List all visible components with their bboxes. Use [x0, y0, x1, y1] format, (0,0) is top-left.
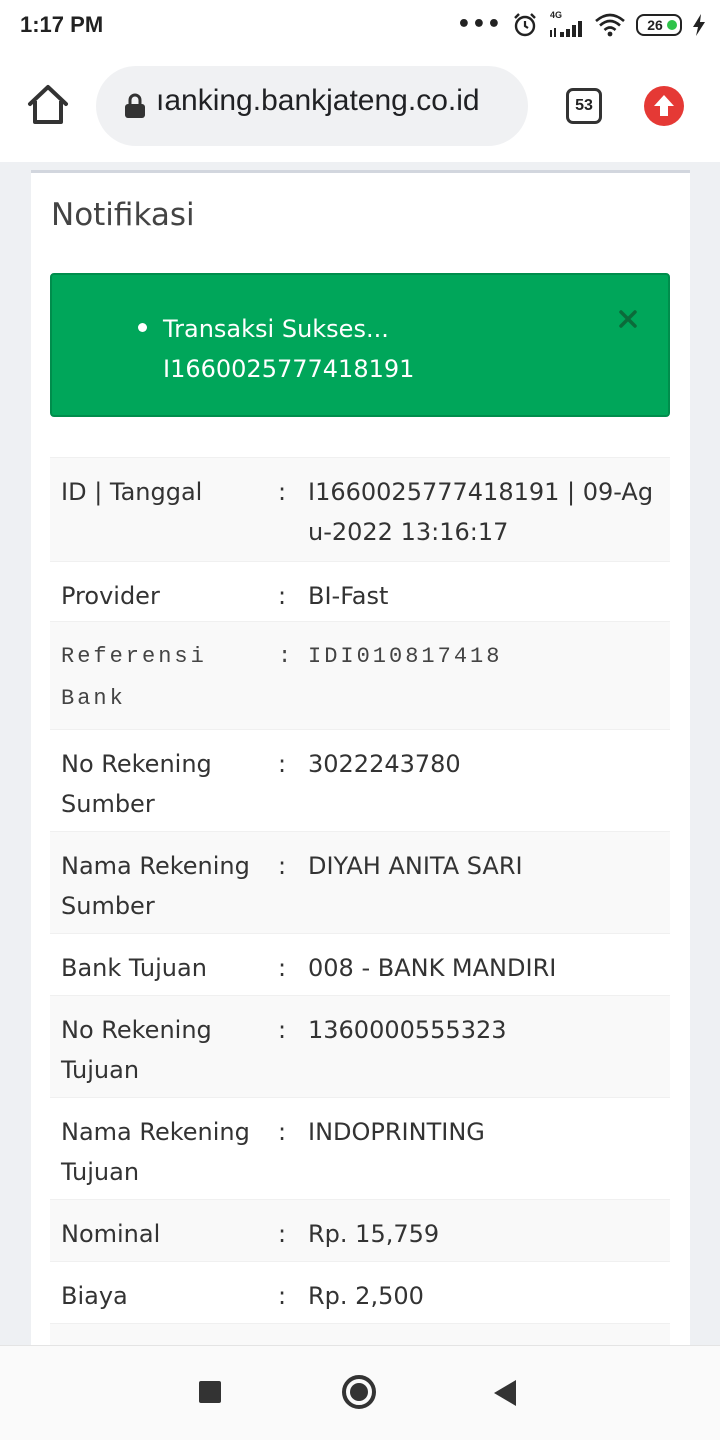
status-bar: 1:17 PM ••• 4G 26 [0, 0, 720, 52]
row-label: Provider [61, 582, 160, 610]
network-type-label: 4G [550, 10, 563, 20]
row-value: Rp. 15,759 [308, 1220, 440, 1248]
status-icons: ••• 4G 26 [457, 10, 706, 40]
row-separator: : [278, 644, 295, 669]
row-separator: : [278, 1282, 287, 1310]
row-separator: : [278, 852, 287, 880]
row-label: Nama Rekening Tujuan [61, 1118, 250, 1186]
url-text[interactable]: ıanking.bankjateng.co.id [156, 84, 480, 118]
tab-switcher-button[interactable]: 53 [566, 88, 602, 124]
bullet-icon [138, 323, 147, 332]
page-title: Notifikasi [51, 197, 195, 233]
recents-icon[interactable] [199, 1381, 221, 1403]
row-label: Bank Tujuan [61, 954, 207, 982]
arrow-up-icon [654, 95, 674, 116]
system-nav-bar [0, 1345, 720, 1440]
row-label: Nama Rekening Sumber [61, 852, 250, 920]
row-separator: : [278, 954, 287, 982]
row-value: DIYAH ANITA SARI [308, 852, 523, 880]
battery-icon: 26 [636, 14, 682, 36]
battery-level: 26 [647, 17, 663, 33]
row-value: I1660025777418191 | 09-Agu-2022 13:16:17 [308, 478, 654, 546]
notification-card: Notifikasi Transaksi Sukses... I16600257… [31, 170, 690, 1345]
row-separator: : [278, 1016, 287, 1044]
row-separator: : [278, 750, 287, 778]
more-notifications-icon: ••• [456, 12, 502, 37]
table-row: Referensi Bank : IDI010817418 [50, 621, 670, 729]
home-icon[interactable] [26, 82, 70, 126]
table-row: Nama Rekening Tujuan : INDOPRINTING [50, 1097, 670, 1199]
row-value: 3022243780 [308, 750, 461, 778]
row-separator: : [278, 1118, 287, 1146]
row-value: INDOPRINTING [308, 1118, 485, 1146]
row-value: BI-Fast [308, 582, 389, 610]
lock-icon [125, 93, 145, 118]
row-label: No Rekening Tujuan [61, 1016, 212, 1084]
charging-icon [693, 14, 705, 36]
table-row: Provider : BI-Fast [50, 561, 670, 621]
alert-message: Transaksi Sukses... I1660025777418191 [163, 315, 415, 383]
row-label: Referensi Bank [61, 644, 207, 711]
table-row: No Rekening Tujuan : 1360000555323 [50, 995, 670, 1097]
table-row: Nama Rekening Sumber : DIYAH ANITA SARI [50, 831, 670, 933]
wifi-icon [595, 13, 625, 37]
table-row: No Rekening Sumber : 3022243780 [50, 729, 670, 831]
close-icon[interactable] [618, 309, 638, 329]
success-alert: Transaksi Sukses... I1660025777418191 [50, 273, 670, 417]
alarm-icon [514, 13, 536, 37]
row-separator: : [278, 582, 287, 610]
browser-toolbar: ıanking.bankjateng.co.id 53 [0, 52, 720, 162]
table-row [50, 1323, 670, 1345]
status-time: 1:17 PM [20, 12, 104, 37]
row-value: 1360000555323 [308, 1016, 507, 1044]
table-row: Bank Tujuan : 008 - BANK MANDIRI [50, 933, 670, 995]
table-row: Biaya : Rp. 2,500 [50, 1261, 670, 1323]
home-circle-icon[interactable] [342, 1375, 376, 1409]
row-label: ID | Tanggal [61, 478, 203, 506]
page-content: Notifikasi Transaksi Sukses... I16600257… [0, 162, 720, 1345]
back-icon[interactable] [494, 1380, 516, 1406]
row-value: 008 - BANK MANDIRI [308, 954, 557, 982]
address-bar[interactable]: ıanking.bankjateng.co.id [96, 66, 528, 146]
row-label: No Rekening Sumber [61, 750, 212, 818]
transaction-detail-table: ID | Tanggal : I1660025777418191 | 09-Ag… [50, 457, 670, 1345]
row-label: Nominal [61, 1220, 161, 1248]
row-separator: : [278, 1220, 287, 1248]
row-label: Biaya [61, 1282, 128, 1310]
row-value: IDI010817418 [308, 644, 503, 669]
update-button[interactable] [644, 86, 684, 126]
table-row: ID | Tanggal : I1660025777418191 | 09-Ag… [50, 457, 670, 561]
signal-icon: 4G [548, 10, 584, 38]
table-row: Nominal : Rp. 15,759 [50, 1199, 670, 1261]
row-value: Rp. 2,500 [308, 1282, 424, 1310]
row-separator: : [278, 478, 287, 506]
